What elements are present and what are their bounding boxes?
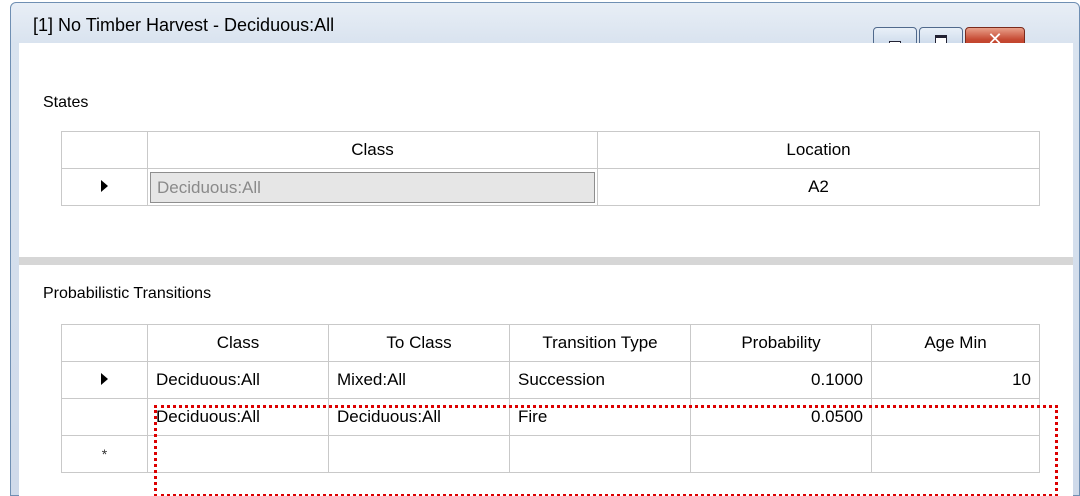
window-client-area: States Class Location Deciduous:All A2 P… xyxy=(19,43,1073,496)
cell-to-class[interactable] xyxy=(328,435,510,473)
table-row[interactable]: Deciduous:All Deciduous:All Fire 0.0500 xyxy=(61,398,1040,436)
transition-window: [1] No Timber Harvest - Deciduous:All ✕ … xyxy=(10,2,1080,496)
cell-class: Deciduous:All xyxy=(147,168,598,206)
transitions-header-row: Class To Class Transition Type Probabili… xyxy=(61,324,1040,362)
cell-to-class[interactable]: Mixed:All xyxy=(328,361,510,399)
column-header-class[interactable]: Class xyxy=(147,131,598,169)
states-section-label: States xyxy=(43,94,89,111)
cell-to-class[interactable]: Deciduous:All xyxy=(328,398,510,436)
cell-age-min[interactable] xyxy=(871,435,1040,473)
cell-transition-type[interactable]: Succession xyxy=(509,361,691,399)
row-selector[interactable] xyxy=(61,168,148,206)
column-header-transition-type[interactable]: Transition Type xyxy=(509,324,691,362)
new-row-star-icon: * xyxy=(101,446,108,462)
row-selector[interactable] xyxy=(61,361,148,399)
cell-class[interactable] xyxy=(147,435,329,473)
current-row-arrow-icon xyxy=(101,180,108,192)
splitter[interactable] xyxy=(19,257,1073,265)
column-header-probability[interactable]: Probability xyxy=(690,324,872,362)
row-selector[interactable] xyxy=(61,398,148,436)
states-grid: Class Location Deciduous:All A2 xyxy=(61,131,1040,206)
window-title: [1] No Timber Harvest - Deciduous:All xyxy=(33,15,335,35)
row-header-corner xyxy=(61,131,148,169)
new-row[interactable]: * xyxy=(61,435,1040,473)
cell-probability[interactable]: 0.0500 xyxy=(690,398,872,436)
table-row[interactable]: Deciduous:All A2 xyxy=(61,168,1040,206)
cell-probability[interactable] xyxy=(690,435,872,473)
column-header-class[interactable]: Class xyxy=(147,324,329,362)
current-row-arrow-icon xyxy=(101,373,108,385)
cell-transition-type[interactable] xyxy=(509,435,691,473)
cell-age-min[interactable]: 10 xyxy=(871,361,1040,399)
cell-age-min[interactable] xyxy=(871,398,1040,436)
states-header-row: Class Location xyxy=(61,131,1040,169)
cell-class[interactable]: Deciduous:All xyxy=(147,398,329,436)
row-header-corner xyxy=(61,324,148,362)
cell-location[interactable]: A2 xyxy=(597,168,1040,206)
cell-class[interactable]: Deciduous:All xyxy=(147,361,329,399)
cell-probability[interactable]: 0.1000 xyxy=(690,361,872,399)
column-header-location[interactable]: Location xyxy=(597,131,1040,169)
row-selector[interactable]: * xyxy=(61,435,148,473)
transitions-section-label: Probabilistic Transitions xyxy=(43,285,212,302)
table-row[interactable]: Deciduous:All Mixed:All Succession 0.100… xyxy=(61,361,1040,399)
cell-transition-type[interactable]: Fire xyxy=(509,398,691,436)
column-header-age-min[interactable]: Age Min xyxy=(871,324,1040,362)
transitions-grid: Class To Class Transition Type Probabili… xyxy=(61,324,1040,473)
column-header-to-class[interactable]: To Class xyxy=(328,324,510,362)
readonly-class-value: Deciduous:All xyxy=(150,171,595,203)
